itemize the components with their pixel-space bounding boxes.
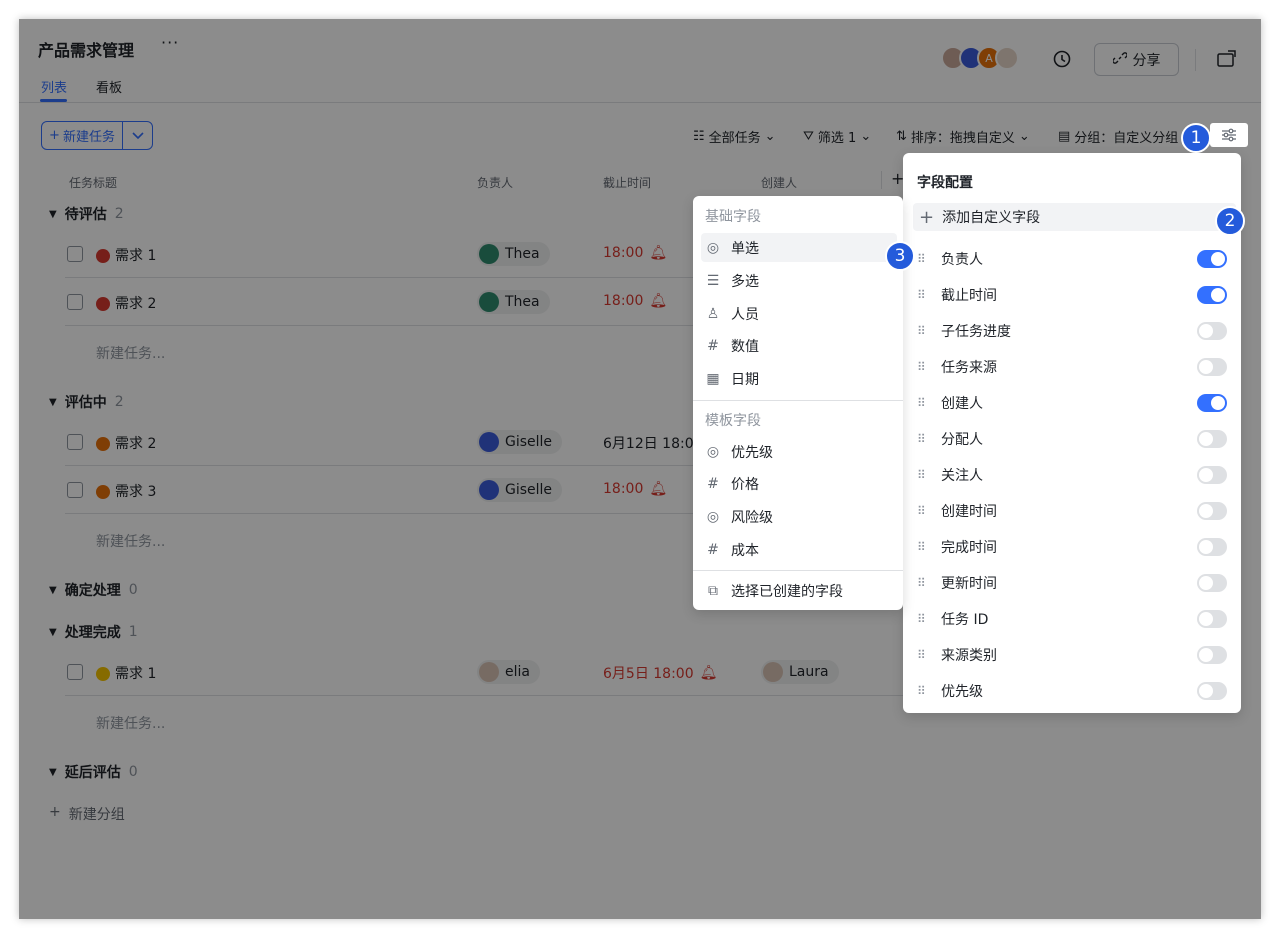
drag-handle-icon[interactable]: ⠿ [917, 612, 941, 626]
menu-item-price[interactable]: # 价格 [701, 469, 897, 498]
drag-handle-icon[interactable]: ⠿ [917, 504, 941, 518]
field-label: 更新时间 [941, 576, 997, 592]
field-label: 分配人 [941, 432, 983, 448]
settings-sliders-icon [1222, 128, 1236, 142]
field-config-row[interactable]: ⠿ 负责人 [917, 241, 1227, 277]
field-label: 优先级 [941, 684, 983, 700]
menu-section-template: 模板字段 [705, 413, 761, 429]
field-config-button[interactable] [1210, 123, 1248, 147]
drag-handle-icon[interactable]: ⠿ [917, 576, 941, 590]
field-config-row[interactable]: ⠿ 创建时间 [917, 493, 1227, 529]
menu-item-single-select[interactable]: ◎ 单选 [701, 233, 897, 262]
drag-handle-icon[interactable]: ⠿ [917, 468, 941, 482]
field-label: 子任务进度 [941, 324, 1011, 340]
checklist-icon: ☰ [706, 272, 720, 289]
radio-circle-icon: ◎ [706, 508, 720, 525]
person-icon: ♙ [706, 305, 720, 322]
radio-circle-icon: ◎ [706, 239, 720, 256]
field-visibility-toggle[interactable] [1197, 574, 1227, 592]
menu-item-person[interactable]: ♙ 人员 [701, 299, 897, 328]
drag-handle-icon[interactable]: ⠿ [917, 540, 941, 554]
field-visibility-toggle[interactable] [1197, 610, 1227, 628]
menu-item-cost[interactable]: # 成本 [701, 535, 897, 564]
drag-handle-icon[interactable]: ⠿ [917, 288, 941, 302]
field-type-menu: 基础字段 ◎ 单选 ☰ 多选 ♙ 人员 # 数值 ▦ 日期 模板字段 ◎ 优先级 # 价格 ◎… [693, 196, 903, 610]
field-config-row[interactable]: ⠿ 子任务进度 [917, 313, 1227, 349]
field-visibility-toggle[interactable] [1197, 538, 1227, 556]
field-visibility-toggle[interactable] [1197, 286, 1227, 304]
drag-handle-icon[interactable]: ⠿ [917, 432, 941, 446]
add-custom-field-button[interactable]: + 添加自定义字段 [913, 203, 1236, 231]
drag-handle-icon[interactable]: ⠿ [917, 252, 941, 266]
plus-icon: + [919, 206, 935, 228]
hash-icon: # [707, 541, 719, 558]
field-visibility-toggle[interactable] [1197, 646, 1227, 664]
field-config-row[interactable]: ⠿ 更新时间 [917, 565, 1227, 601]
field-visibility-toggle[interactable] [1197, 394, 1227, 412]
field-config-row[interactable]: ⠿ 优先级 [917, 673, 1227, 709]
hash-icon: # [707, 337, 719, 354]
field-label: 创建人 [941, 396, 983, 412]
menu-section-basic: 基础字段 [705, 209, 761, 225]
field-visibility-toggle[interactable] [1197, 430, 1227, 448]
field-config-row[interactable]: ⠿ 任务来源 [917, 349, 1227, 385]
copy-icon: ⧉ [708, 582, 718, 599]
callout-badge-3: 3 [885, 241, 915, 271]
field-config-row[interactable]: ⠿ 来源类别 [917, 637, 1227, 673]
field-visibility-toggle[interactable] [1197, 502, 1227, 520]
menu-item-date[interactable]: ▦ 日期 [701, 364, 897, 393]
field-label: 来源类别 [941, 648, 997, 664]
field-label: 负责人 [941, 252, 983, 268]
drag-handle-icon[interactable]: ⠿ [917, 360, 941, 374]
field-config-row[interactable]: ⠿ 分配人 [917, 421, 1227, 457]
menu-item-multi-select[interactable]: ☰ 多选 [701, 266, 897, 295]
field-label: 创建时间 [941, 504, 997, 520]
menu-item-priority[interactable]: ◎ 优先级 [701, 437, 897, 466]
callout-badge-2: 2 [1215, 206, 1245, 236]
field-visibility-toggle[interactable] [1197, 358, 1227, 376]
menu-item-risk[interactable]: ◎ 风险级 [701, 502, 897, 531]
field-visibility-toggle[interactable] [1197, 466, 1227, 484]
hash-icon: # [707, 475, 719, 492]
drag-handle-icon[interactable]: ⠿ [917, 324, 941, 338]
field-visibility-toggle[interactable] [1197, 250, 1227, 268]
field-config-row[interactable]: ⠿ 截止时间 [917, 277, 1227, 313]
field-config-row[interactable]: ⠿ 关注人 [917, 457, 1227, 493]
field-label: 关注人 [941, 468, 983, 484]
menu-divider [693, 400, 903, 401]
app-window: 产品需求管理 ··· 列表 看板 A 分享 + 新建任务 ☷ 全部任务 ⌄ ⛛ 筛选 1… [19, 19, 1261, 919]
field-label: 截止时间 [941, 288, 997, 304]
drag-handle-icon[interactable]: ⠿ [917, 684, 941, 698]
callout-badge-1: 1 [1181, 123, 1211, 153]
menu-item-number[interactable]: # 数值 [701, 331, 897, 360]
field-visibility-toggle[interactable] [1197, 322, 1227, 340]
radio-circle-icon: ◎ [706, 443, 720, 460]
panel-title: 字段配置 [917, 175, 973, 191]
field-label: 任务 ID [941, 612, 989, 628]
field-config-row[interactable]: ⠿ 创建人 [917, 385, 1227, 421]
drag-handle-icon[interactable]: ⠿ [917, 396, 941, 410]
menu-item-select-existing[interactable]: ⧉ 选择已创建的字段 [701, 576, 897, 605]
field-config-panel: 字段配置 + 添加自定义字段 ⠿ 负责人 ⠿ 截止时间 ⠿ 子任务进度 ⠿ 任务来源 ⠿ 创建人 ⠿ 分… [903, 153, 1241, 713]
field-label: 完成时间 [941, 540, 997, 556]
menu-divider [693, 570, 903, 571]
field-visibility-toggle[interactable] [1197, 682, 1227, 700]
field-label: 任务来源 [941, 360, 997, 376]
field-config-row[interactable]: ⠿ 任务 ID [917, 601, 1227, 637]
calendar-icon: ▦ [706, 370, 720, 387]
field-config-row[interactable]: ⠿ 完成时间 [917, 529, 1227, 565]
drag-handle-icon[interactable]: ⠿ [917, 648, 941, 662]
